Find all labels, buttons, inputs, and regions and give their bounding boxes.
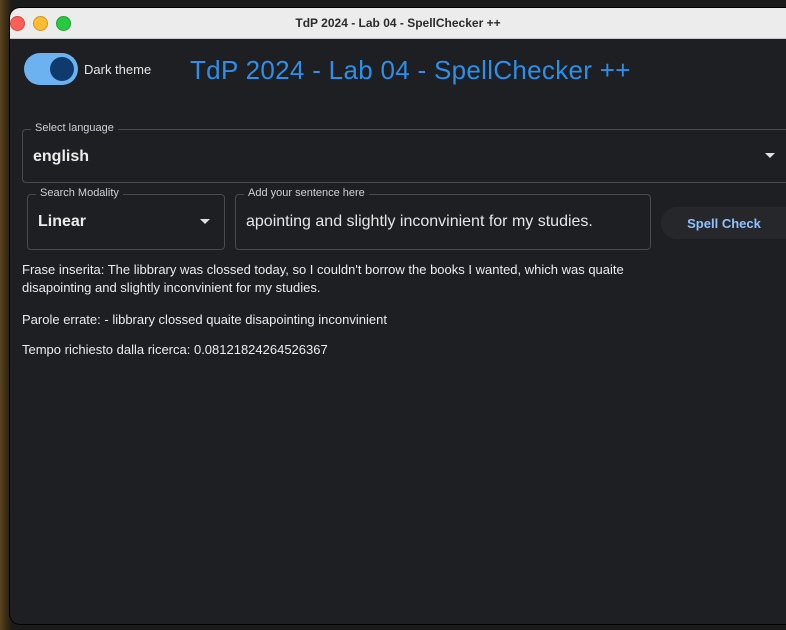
parole-errate-text: Parole errate: - libbrary clossed quaite… bbox=[22, 312, 387, 327]
sentence-input-label: Add your sentence here bbox=[244, 187, 369, 199]
window-title: TdP 2024 - Lab 04 - SpellChecker ++ bbox=[295, 16, 501, 30]
language-select[interactable]: Select language english bbox=[22, 122, 786, 183]
dark-theme-switch[interactable] bbox=[24, 53, 78, 85]
tempo-ricerca-text: Tempo richiesto dalla ricerca: 0.0812182… bbox=[22, 342, 328, 357]
frase-inserita-line-2: disapointing and slightly inconvinient f… bbox=[22, 280, 321, 295]
language-select-value: english bbox=[33, 148, 90, 165]
search-modality-select[interactable]: Search Modality Linear bbox=[27, 187, 225, 250]
spell-check-button[interactable]: Spell Check bbox=[661, 207, 786, 239]
language-select-label: Select language bbox=[31, 122, 118, 134]
app-window: TdP 2024 - Lab 04 - SpellChecker ++ Dark… bbox=[10, 8, 786, 624]
frase-inserita-line-1: Frase inserita: The libbrary was clossed… bbox=[22, 262, 624, 277]
dark-theme-label: Dark theme bbox=[84, 61, 152, 77]
frase-inserita-text: Frase inserita: The libbrary was clossed… bbox=[22, 261, 772, 297]
toggle-knob bbox=[50, 57, 74, 81]
app-title: TdP 2024 - Lab 04 - SpellChecker ++ bbox=[190, 55, 631, 85]
chevron-down-icon bbox=[200, 219, 210, 224]
theme-toggle-row: Dark theme bbox=[24, 53, 151, 85]
search-modality-value: Linear bbox=[38, 213, 87, 230]
sentence-input-value: apointing and slightly inconvinient for … bbox=[246, 213, 593, 230]
window-titlebar: TdP 2024 - Lab 04 - SpellChecker ++ bbox=[10, 8, 786, 39]
search-modality-label: Search Modality bbox=[36, 187, 123, 199]
sentence-input[interactable]: Add your sentence here apointing and sli… bbox=[235, 187, 651, 250]
chevron-down-icon bbox=[765, 153, 775, 158]
